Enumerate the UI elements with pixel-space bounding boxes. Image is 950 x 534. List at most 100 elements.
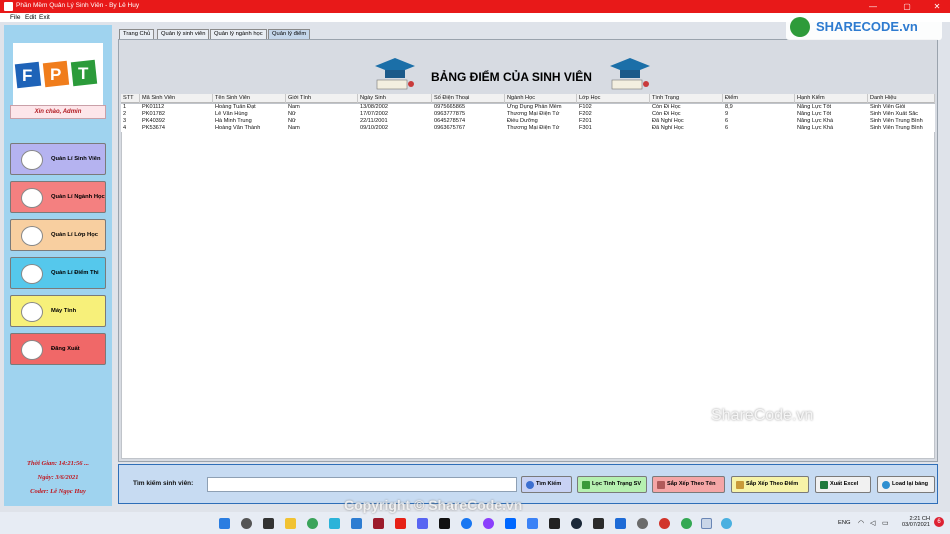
app-icon-gray[interactable] bbox=[637, 518, 648, 529]
battery-icon[interactable]: ▭ bbox=[882, 519, 889, 527]
col-conduct[interactable]: Hạnh Kiểm bbox=[795, 94, 868, 103]
col-phone[interactable]: Số Điện Thoại bbox=[432, 94, 505, 103]
greeting-label: Xin chào, Admin bbox=[10, 105, 106, 119]
search-panel: Tìm kiếm sinh viên: Tìm Kiếm Lọc Tình Tr… bbox=[118, 464, 938, 504]
language-indicator[interactable]: ENG bbox=[838, 520, 851, 526]
reload-table-button[interactable]: Load lại bảng bbox=[877, 476, 935, 493]
cell-major: Ứng Dụng Phần Mềm bbox=[507, 104, 562, 110]
clock[interactable]: 2:21 CH 03/07/2021 bbox=[902, 516, 930, 528]
col-gender[interactable]: Giới Tính bbox=[286, 94, 358, 103]
sort-score-label: Sắp Xếp Theo Điểm bbox=[746, 481, 799, 487]
cell-stt: 2 bbox=[123, 111, 127, 117]
app-window: Phần Mềm Quản Lý Sinh Viên - By Lê Huy —… bbox=[0, 0, 950, 512]
cell-class: F102 bbox=[579, 104, 592, 110]
app-icon-dark[interactable] bbox=[593, 518, 604, 529]
col-student-name[interactable]: Tên Sinh Viên bbox=[213, 94, 286, 103]
tab-majors[interactable]: Quản lý ngành học bbox=[210, 29, 267, 39]
zalo-icon[interactable] bbox=[505, 518, 516, 529]
cell-score: 9 bbox=[725, 111, 729, 117]
menu-file[interactable]: File bbox=[10, 14, 20, 21]
nav-exam-button[interactable]: Quản Lí Điểm Thi bbox=[10, 257, 106, 289]
table-row[interactable]: 3 PK40392 Hà Minh Trung Nữ 22/11/2001 06… bbox=[121, 118, 935, 125]
messenger-icon[interactable] bbox=[483, 518, 494, 529]
cell-phone: 0963777875 bbox=[434, 111, 466, 117]
watermark-copyright: Copyright © ShareCode.vn bbox=[344, 497, 523, 513]
table-row[interactable]: 4 PK53674 Hoàng Văn Thành Nam 09/10/2002… bbox=[121, 125, 935, 132]
tab-students[interactable]: Quản lý sinh viên bbox=[157, 29, 210, 39]
vscode-icon[interactable] bbox=[351, 518, 362, 529]
chrome-icon[interactable] bbox=[307, 518, 318, 529]
col-status[interactable]: Tình Trạng bbox=[650, 94, 723, 103]
close-button[interactable]: ✕ bbox=[926, 0, 948, 13]
maximize-button[interactable]: ▢ bbox=[896, 0, 918, 13]
cell-gender: Nam bbox=[288, 104, 300, 110]
cell-class: F202 bbox=[579, 111, 592, 117]
chrome-icon-2[interactable] bbox=[681, 518, 692, 529]
cell-conduct: Năng Lực Khá bbox=[797, 125, 834, 131]
col-major[interactable]: Ngành Học bbox=[505, 94, 577, 103]
logout-icon bbox=[21, 340, 43, 360]
file-explorer-icon[interactable] bbox=[285, 518, 296, 529]
wifi-icon[interactable]: ◠ bbox=[858, 519, 864, 527]
col-title[interactable]: Danh Hiệu bbox=[868, 94, 935, 103]
menu-exit[interactable]: Exit bbox=[39, 14, 50, 21]
menu-edit[interactable]: Edit bbox=[25, 14, 36, 21]
notification-badge[interactable]: 6 bbox=[934, 517, 944, 527]
taskbar: ENG ◠ ◁ ▭ 2:21 CH 03/07/2021 6 bbox=[0, 512, 950, 534]
discord-icon[interactable] bbox=[417, 518, 428, 529]
cell-status: Còn Đi Học bbox=[652, 104, 681, 110]
col-student-id[interactable]: Mã Sinh Viên bbox=[140, 94, 213, 103]
cell-major: Thương Mại Điện Tử bbox=[507, 125, 560, 131]
col-score[interactable]: Điểm bbox=[723, 94, 795, 103]
title-bar[interactable]: Phần Mềm Quản Lý Sinh Viên - By Lê Huy —… bbox=[0, 0, 950, 13]
nav-student-button[interactable]: Quản Lí Sinh Viên bbox=[10, 143, 106, 175]
watermark-brand: SHARECODE.vn bbox=[786, 14, 942, 40]
nav-computer-button[interactable]: Máy Tính bbox=[10, 295, 106, 327]
app-icon-blue[interactable] bbox=[527, 518, 538, 529]
app-icon-cyan[interactable] bbox=[721, 518, 732, 529]
cell-phone: 0963675767 bbox=[434, 125, 466, 131]
windows-start-icon[interactable] bbox=[219, 518, 230, 529]
facebook-icon[interactable] bbox=[461, 518, 472, 529]
opera-icon[interactable] bbox=[659, 518, 670, 529]
cell-class: F301 bbox=[579, 125, 592, 131]
sort-name-button[interactable]: Sắp Xếp Theo Tên bbox=[652, 476, 725, 493]
minimize-button[interactable]: — bbox=[862, 0, 884, 13]
table-row[interactable]: 1 PK01112 Hoàng Tuấn Đạt Nam 13/08/2002 … bbox=[121, 104, 935, 111]
nav-logout-label: Đăng Xuất bbox=[51, 346, 80, 352]
sort-score-button[interactable]: Sắp Xếp Theo Điểm bbox=[731, 476, 809, 493]
export-excel-button[interactable]: Xuất Excel bbox=[815, 476, 871, 493]
search-button[interactable]: Tìm Kiếm bbox=[521, 476, 572, 493]
filter-status-button[interactable]: Lọc Tình Trạng SV bbox=[577, 476, 647, 493]
cell-status: Còn Đi Học bbox=[652, 111, 681, 117]
java-app-icon[interactable] bbox=[701, 518, 712, 529]
youtube-icon[interactable] bbox=[395, 518, 406, 529]
epic-games-icon[interactable] bbox=[549, 518, 560, 529]
tab-home[interactable]: Trang Chủ bbox=[119, 29, 155, 39]
nav-major-button[interactable]: Quản Lí Ngành Học bbox=[10, 181, 106, 213]
volume-icon[interactable]: ◁ bbox=[870, 519, 875, 527]
search-taskbar-icon[interactable] bbox=[241, 518, 252, 529]
nav-logout-button[interactable]: Đăng Xuất bbox=[10, 333, 106, 365]
steam-icon[interactable] bbox=[571, 518, 582, 529]
classroom-icon bbox=[21, 226, 43, 246]
graduation-cap-icon-right bbox=[606, 56, 652, 94]
github-icon[interactable] bbox=[439, 518, 450, 529]
edge-icon[interactable] bbox=[329, 518, 340, 529]
table-row[interactable]: 2 PK01782 Lê Văn Hùng Nữ 17/07/2002 0963… bbox=[121, 111, 935, 118]
cell-major: Thương Mại Điện Tử bbox=[507, 111, 560, 117]
cell-score: 6 bbox=[725, 125, 729, 131]
app-icon-red[interactable] bbox=[373, 518, 384, 529]
search-input[interactable] bbox=[207, 477, 517, 492]
col-stt[interactable]: STT bbox=[121, 94, 140, 103]
league-icon[interactable] bbox=[615, 518, 626, 529]
task-view-icon[interactable] bbox=[263, 518, 274, 529]
watermark-center: ShareCode.vn bbox=[711, 407, 814, 424]
sort-name-label: Sắp Xếp Theo Tên bbox=[667, 481, 716, 487]
tab-scores[interactable]: Quản lý điểm bbox=[268, 29, 311, 39]
cell-student-id: PK40392 bbox=[142, 118, 166, 124]
col-birthdate[interactable]: Ngày Sinh bbox=[358, 94, 432, 103]
scores-table[interactable] bbox=[121, 103, 935, 459]
nav-class-button[interactable]: Quản Lí Lớp Học bbox=[10, 219, 106, 251]
col-class[interactable]: Lớp Học bbox=[577, 94, 650, 103]
